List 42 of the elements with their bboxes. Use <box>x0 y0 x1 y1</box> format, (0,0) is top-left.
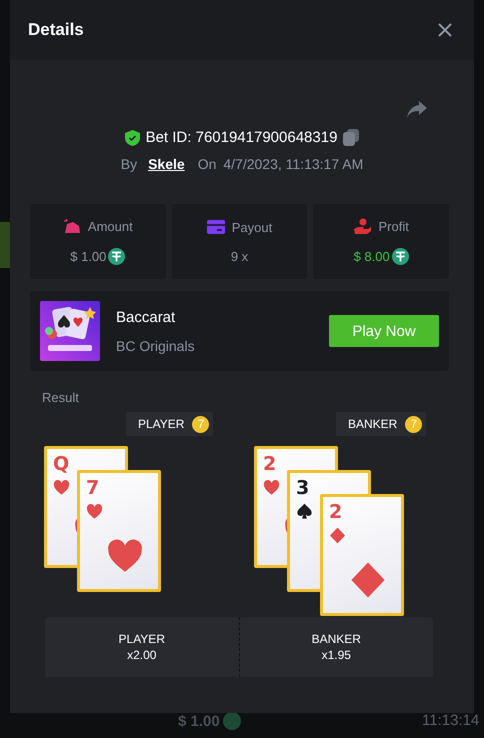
heart-icon <box>52 478 71 497</box>
hand-name: BANKER <box>348 417 398 431</box>
game-provider: BC Originals <box>116 338 196 354</box>
heart-icon <box>262 478 281 497</box>
bet-odds: x2.00 <box>127 648 156 662</box>
score-badge: 7 <box>192 416 210 432</box>
bet-date: 4/7/2023, 11:13:17 AM <box>223 156 364 172</box>
stat-label: Amount <box>88 218 133 234</box>
bet-odds: x1.95 <box>322 648 351 662</box>
close-icon[interactable] <box>437 22 453 38</box>
bet-id: Bet ID: 76019417900648319 <box>146 129 338 146</box>
result-label: Result <box>42 390 80 405</box>
bet-name: PLAYER <box>118 632 165 646</box>
copy-icon[interactable] <box>343 129 360 146</box>
card-rank: 3 <box>296 477 310 499</box>
by-label: By <box>120 156 138 172</box>
card-rank: 2 <box>263 453 276 475</box>
card-rank: 2 <box>329 501 342 523</box>
stat-value: 9 x <box>230 248 248 264</box>
time-text: 11:13:14 <box>422 712 480 729</box>
bet-name: BANKER <box>312 632 361 646</box>
bag-icon <box>62 218 81 234</box>
coin-icon <box>222 712 241 730</box>
stat-label: Profit <box>378 218 409 234</box>
share-icon[interactable] <box>406 100 428 120</box>
diamond-icon <box>328 526 347 545</box>
stat-value: $ 8.00 <box>354 249 390 264</box>
card-rank: 7 <box>86 477 100 499</box>
stat-value: $ 1.00 <box>70 248 106 264</box>
user-link[interactable]: Skele <box>148 156 185 172</box>
card-icon <box>206 220 225 234</box>
game-name: Baccarat <box>116 308 176 326</box>
heart-icon <box>85 502 104 521</box>
dialog-title: Details <box>28 20 84 40</box>
on-label: On <box>198 156 216 172</box>
person-icon <box>354 218 372 234</box>
amount-text: $ 1.00 <box>178 712 220 730</box>
spade-icon <box>295 502 314 521</box>
card-rank: Q <box>53 453 70 475</box>
stat-label: Payout <box>232 220 272 234</box>
score-badge: 7 <box>405 416 422 432</box>
hand-name: PLAYER <box>138 417 184 431</box>
